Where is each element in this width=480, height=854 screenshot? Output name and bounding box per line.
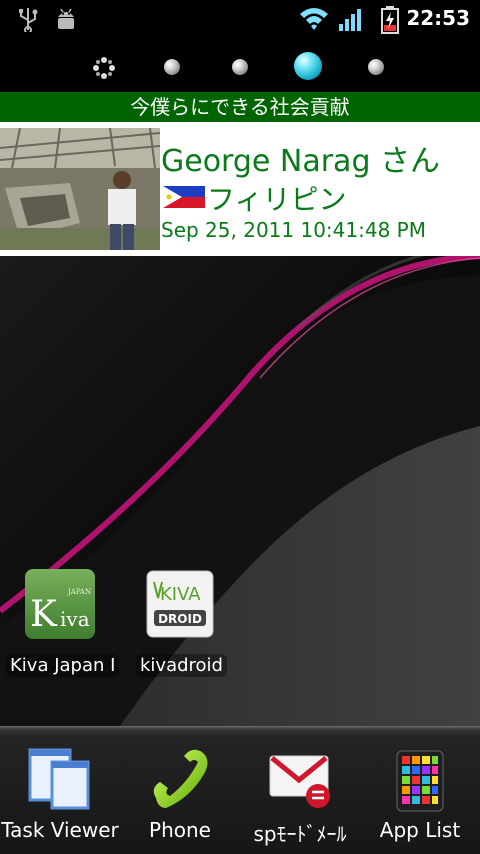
usb-icon <box>19 8 38 32</box>
kiva-japan-app[interactable]: JAPAN K iva Kiva Japan I <box>6 568 120 688</box>
sp-mail-icon <box>269 755 330 808</box>
kiva-japan-label: Kiva Japan I <box>6 654 120 677</box>
kiva-widget[interactable]: George Narag さん フィリピン Sep 25, 2011 10:41… <box>0 122 480 256</box>
app-list-icon <box>396 750 444 812</box>
dock: Task Viewer Phone spﾓｰﾄﾞﾒｰﾙ App List <box>0 726 480 854</box>
clock: 22:53 <box>406 6 470 30</box>
svg-text:KIVA: KIVA <box>160 584 201 605</box>
page-dot-4-active[interactable] <box>294 52 322 80</box>
page-dot-3[interactable] <box>232 59 248 75</box>
borrower-country: フィリピン <box>207 183 347 216</box>
app-list-label: App List <box>379 818 461 842</box>
svg-text:iva: iva <box>60 607 90 631</box>
page-dot-5[interactable] <box>368 59 384 75</box>
svg-text:JAPAN: JAPAN <box>67 588 91 596</box>
kivadroid-label: kivadroid <box>136 654 227 677</box>
signal-icon <box>339 9 361 31</box>
page-indicator[interactable] <box>0 38 480 92</box>
task-viewer-label: Task Viewer <box>1 818 119 842</box>
dock-app-list[interactable]: App List <box>360 726 480 854</box>
all-apps-grid-icon[interactable] <box>92 56 116 80</box>
dock-task-viewer[interactable]: Task Viewer <box>0 726 120 854</box>
borrower-photo <box>0 128 160 250</box>
svg-text:K: K <box>30 594 58 635</box>
wifi-icon <box>300 8 328 30</box>
sp-mail-label: spﾓｰﾄﾞﾒｰﾙ <box>253 822 347 846</box>
svg-text:DROID: DROID <box>158 612 202 626</box>
status-bar[interactable]: 22:53 <box>0 0 480 38</box>
battery-charging-icon <box>381 6 399 34</box>
kiva-japan-icon: JAPAN K iva <box>25 569 95 639</box>
dock-phone[interactable]: Phone <box>120 726 240 854</box>
borrower-name: George Narag さん <box>161 144 441 179</box>
kivadroid-icon: KIVA DROID <box>146 570 214 638</box>
phone-label: Phone <box>149 818 211 842</box>
dock-sp-mail[interactable]: spﾓｰﾄﾞﾒｰﾙ <box>240 726 360 854</box>
page-dot-2[interactable] <box>164 59 180 75</box>
kivadroid-app[interactable]: KIVA DROID kivadroid <box>130 568 230 688</box>
task-viewer-icon <box>28 748 90 810</box>
android-debug-icon <box>58 8 74 29</box>
phone-icon <box>153 749 208 808</box>
widget-header[interactable]: 今僕らにできる社会貢献 <box>0 92 480 122</box>
loan-date: Sep 25, 2011 10:41:48 PM <box>161 218 426 242</box>
philippines-flag-icon <box>163 186 205 208</box>
